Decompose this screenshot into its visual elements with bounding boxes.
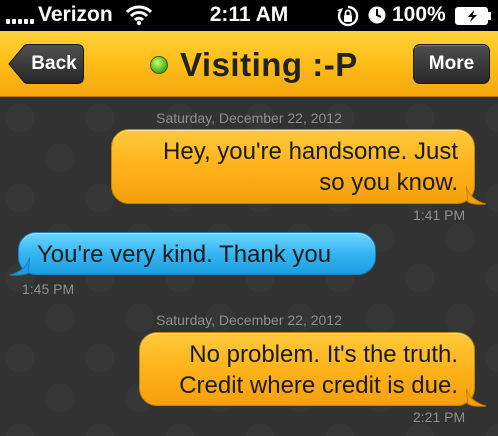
more-button[interactable]: More <box>413 44 490 84</box>
back-button[interactable]: Back <box>8 44 84 84</box>
battery-icon <box>455 7 493 30</box>
message-line: No problem. It's the truth. <box>189 341 458 368</box>
message-line: Credit where credit is due. <box>179 372 458 399</box>
bubble-tail-icon <box>466 388 487 407</box>
date-separator: Saturday, December 22, 2012 <box>156 312 342 328</box>
bubble-tail-icon <box>466 186 487 205</box>
status-bar: Verizon 2:11 AM 100% <box>0 0 498 31</box>
message-time: 1:45 PM <box>22 281 75 297</box>
bubble-tail-icon <box>9 257 30 276</box>
page-title: Visiting :-P <box>150 43 358 87</box>
online-status-icon <box>150 56 168 74</box>
message-bubble-sent[interactable]: No problem. It's the truth. Credit where… <box>139 332 475 406</box>
chat-thread[interactable]: Saturday, December 22, 2012 Hey, you're … <box>0 98 498 436</box>
message-line: so you know. <box>319 169 458 196</box>
message-time: 1:41 PM <box>413 207 466 223</box>
back-button-label: Back <box>31 53 77 74</box>
nav-bar: Back Visiting :-P More <box>0 31 498 97</box>
message-bubble-received[interactable]: You're very kind. Thank you <box>18 232 376 275</box>
message-bubble-sent[interactable]: Hey, you're handsome. Just so you know. <box>111 129 475 204</box>
page-title-text: Visiting :-P <box>180 46 358 83</box>
message-time: 2:21 PM <box>413 409 466 425</box>
orientation-lock-icon <box>336 4 360 33</box>
battery-percent: 100% <box>392 3 446 26</box>
alarm-icon <box>367 5 387 30</box>
message-line: Hey, you're handsome. Just <box>163 138 458 165</box>
message-line: You're very kind. Thank you <box>37 241 332 268</box>
date-separator: Saturday, December 22, 2012 <box>156 110 342 126</box>
